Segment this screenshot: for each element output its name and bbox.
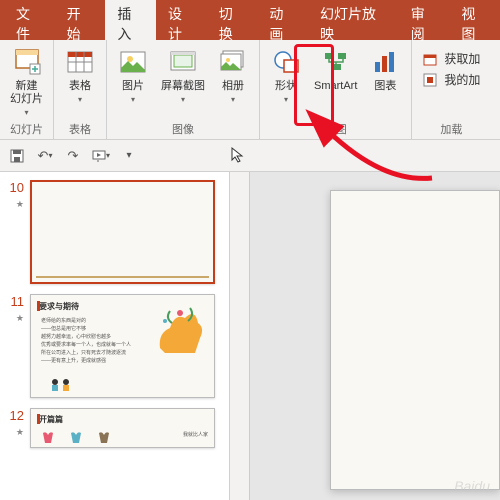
chevron-down-icon: ▾ [78,95,82,104]
vertical-ruler [230,172,250,500]
slide-preview[interactable]: 要求与期待 老师给的东西是对的――但总是用它不够越努力越幸运，心中欣慰也越多优秀… [30,294,215,398]
chevron-down-icon: ▾ [181,95,185,104]
slide-preview[interactable]: 开篇篇 我就比人家 [30,408,215,448]
chart-icon [369,46,401,78]
group-illustrations: 形状 ▾ SmartArt 图表 插图 [260,40,412,139]
addins-icon [422,72,438,88]
workspace: 10 ★ 11 ★ 要求与期待 老师给的东西是对的――但总是用它不够越努力越幸运… [0,172,500,500]
redo-button[interactable]: ↷ [64,147,82,165]
animation-indicator-icon: ★ [16,427,24,438]
album-button[interactable]: 相册 ▾ [213,44,253,106]
chevron-down-icon: ▾ [284,95,288,104]
smartart-icon [320,46,352,78]
shapes-icon [270,46,302,78]
chart-label: 图表 [374,80,396,93]
thumb-number: 10 [6,180,24,195]
customize-qat[interactable]: ▾ [120,147,138,165]
shapes-label: 形状 [275,80,297,93]
screenshot-icon [167,46,199,78]
shapes-button[interactable]: 形状 ▾ [266,44,306,106]
group-addins-label: 加载 [440,119,462,137]
picture-icon [117,46,149,78]
chart-button[interactable]: 图表 [365,44,405,95]
table-icon [64,46,96,78]
my-addins-label: 我的加 [444,71,480,88]
animation-indicator-icon: ★ [16,199,24,210]
slide-canvas[interactable] [250,172,500,500]
slide-title: 要求与期待 [39,301,79,312]
get-addins-button[interactable]: 获取加 [422,50,480,67]
pictures-label: 图片 [122,80,144,93]
tab-bar: 文件 开始 插入 设计 切换 动画 幻灯片放映 审阅 视图 [0,8,500,40]
thumb-number: 12 [6,408,24,423]
album-label: 相册 [222,80,244,93]
group-images: 图片 ▾ 屏幕截图 ▾ 相册 ▾ 图像 [107,40,260,139]
slide-preview[interactable] [30,180,215,284]
group-slides-label: 幻灯片 [10,119,43,137]
watermark: Baidu [454,478,490,494]
thumb-number: 11 [6,294,24,309]
pictures-button[interactable]: 图片 ▾ [113,44,153,106]
group-tables: 表格 ▾ 表格 [54,40,107,139]
quick-access-toolbar: ↶▾ ↷ ▾ ▾ [0,140,500,172]
new-slide-icon [11,46,43,78]
slide-thumbnail-12[interactable]: 12 ★ 开篇篇 我就比人家 [6,408,223,448]
slide-thumbnail-11[interactable]: 11 ★ 要求与期待 老师给的东西是对的――但总是用它不够越努力越幸运，心中欣慰… [6,294,223,398]
group-slides: 新建 幻灯片 ▾ 幻灯片 [0,40,54,139]
start-from-beginning-button[interactable]: ▾ [92,147,110,165]
screenshot-button[interactable]: 屏幕截图 ▾ [157,44,209,106]
save-button[interactable] [8,147,26,165]
new-slide-label: 新建 幻灯片 [10,80,43,106]
animation-indicator-icon: ★ [16,313,24,324]
table-label: 表格 [69,80,91,93]
group-tables-label: 表格 [69,119,91,137]
chevron-down-icon: ▾ [131,95,135,104]
get-addins-label: 获取加 [444,50,480,67]
group-images-label: 图像 [172,119,194,137]
chevron-down-icon: ▾ [24,108,28,117]
album-icon [217,46,249,78]
group-illustrations-label: 插图 [325,119,347,137]
table-button[interactable]: 表格 ▾ [60,44,100,106]
thumbnails-panel[interactable]: 10 ★ 11 ★ 要求与期待 老师给的东西是对的――但总是用它不够越努力越幸运… [0,172,230,500]
smartart-button[interactable]: SmartArt [310,44,361,95]
ribbon: 新建 幻灯片 ▾ 幻灯片 表格 ▾ 表格 图片 ▾ [0,40,500,140]
group-addins: 获取加 我的加 加载 [412,40,490,139]
undo-button[interactable]: ↶▾ [36,147,54,165]
smartart-label: SmartArt [314,80,357,93]
store-icon [422,51,438,67]
screenshot-label: 屏幕截图 [161,80,205,93]
slide-thumbnail-10[interactable]: 10 ★ [6,180,223,284]
current-slide[interactable] [330,190,500,490]
slide-title: 开篇篇 [39,414,63,425]
new-slide-button[interactable]: 新建 幻灯片 ▾ [6,44,47,119]
chevron-down-icon: ▾ [231,95,235,104]
my-addins-button[interactable]: 我的加 [422,71,480,88]
